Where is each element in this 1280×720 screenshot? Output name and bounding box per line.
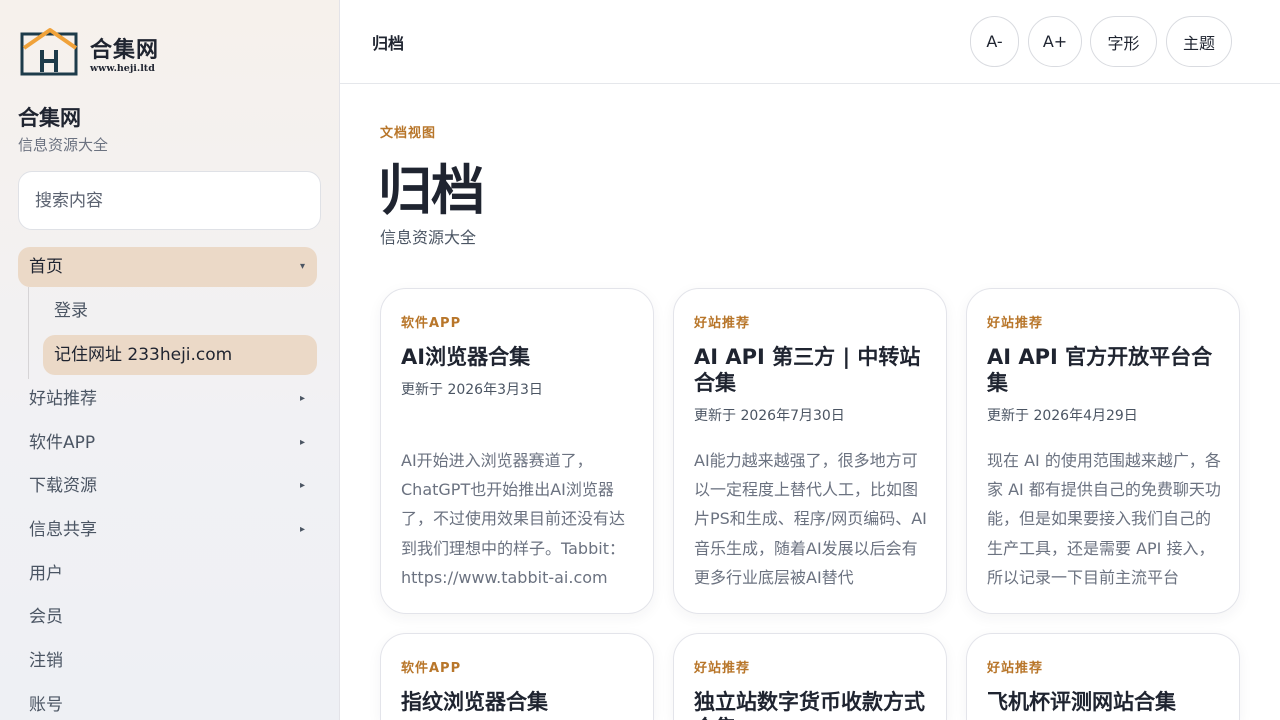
card-title[interactable]: 飞机杯评测网站合集 [987,689,1223,715]
nav-item-account[interactable]: 账号 [18,685,317,720]
chevron-right-icon[interactable]: ▸ [300,423,305,463]
nav-item-label: 用户 [29,563,63,584]
card-date: 更新于 2026年4月29日 [987,408,1138,424]
chevron-right-icon[interactable]: ▸ [300,466,305,506]
nav-subitem-login[interactable]: 登录 [43,291,317,331]
nav-item-label: 好站推荐 [29,389,97,409]
nav-item-label: 首页 [29,257,63,277]
sidebar: 合集网 www.heji.ltd 合集网 信息资源大全 首页 ▾ 登录 记住网址… [0,0,340,720]
card-excerpt: 现在 AI 的使用范围越来越广，各家 AI 都有提供自己的免费聊天功能，但是如果… [987,451,1221,587]
nav-item-label: 账号 [29,694,63,715]
nav-item-label: 会员 [29,607,63,628]
post-card[interactable]: 好站推荐 AI API 官方开放平台合集 更新于 2026年4月29日 现在 A… [966,288,1240,614]
card-title[interactable]: AI API 官方开放平台合集 [987,344,1223,396]
site-subtitle: 信息资源大全 [18,136,109,154]
page-subtitle: 信息资源大全 [380,228,477,247]
card-category[interactable]: 好站推荐 [694,657,750,676]
card-title[interactable]: AI API 第三方 | 中转站合集 [694,344,930,396]
card-category[interactable]: 好站推荐 [987,312,1043,331]
card-excerpt: AI能力越来越强了，很多地方可以一定程度上替代人工，比如图片PS和生成、程序/网… [694,451,927,587]
post-card[interactable]: 好站推荐 独立站数字货币收款方式合集 [673,633,947,720]
topbar-title: 归档 [372,34,405,53]
chevron-right-icon[interactable]: ▸ [300,510,305,550]
nav-item-home[interactable]: 首页 ▾ [18,247,317,287]
card-title[interactable]: AI浏览器合集 [401,344,637,370]
site-logo[interactable]: 合集网 www.heji.ltd [20,26,172,78]
sidebar-nav: 首页 ▾ 登录 记住网址 233heji.com 好站推荐 ▸ 软件APP ▸ … [18,247,317,720]
logo-url: www.heji.ltd [90,63,155,74]
nav-item-info-sharing[interactable]: 信息共享 ▸ [18,510,317,550]
nav-submenu: 登录 记住网址 233heji.com [28,287,317,379]
nav-item-label: 下载资源 [29,476,97,497]
nav-item-downloads[interactable]: 下载资源 ▸ [18,466,317,506]
card-category[interactable]: 软件APP [401,657,461,676]
card-date: 更新于 2026年7月30日 [694,408,845,424]
nav-subitem-remember-url[interactable]: 记住网址 233heji.com [43,335,317,375]
post-card[interactable]: 软件APP AI浏览器合集 更新于 2026年3月3日 AI开始进入浏览器赛道了… [380,288,654,614]
font-decrease-button[interactable]: A- [970,16,1019,67]
nav-item-label: 信息共享 [29,520,97,541]
chevron-right-icon[interactable]: ▸ [300,379,305,419]
page-kicker: 文档视图 [380,126,437,141]
house-logo-icon [20,28,78,76]
chevron-down-icon[interactable]: ▾ [300,247,305,287]
site-title: 合集网 [18,106,81,130]
nav-item-label: 软件APP [29,432,96,453]
post-card[interactable]: 好站推荐 飞机杯评测网站合集 [966,633,1240,720]
font-style-button[interactable]: 字形 [1090,16,1157,67]
nav-item-software-app[interactable]: 软件APP ▸ [18,423,317,463]
nav-item-members[interactable]: 会员 [18,597,317,637]
card-category[interactable]: 好站推荐 [694,312,750,331]
card-category[interactable]: 软件APP [401,312,461,331]
nav-item-label: 注销 [29,651,63,672]
nav-item-logout[interactable]: 注销 [18,641,317,681]
logo-wordmark: 合集网 [90,37,160,63]
card-date: 更新于 2026年3月3日 [401,382,543,398]
nav-item-recommended-sites[interactable]: 好站推荐 ▸ [18,379,317,419]
card-title[interactable]: 独立站数字货币收款方式合集 [694,689,930,720]
card-title[interactable]: 指纹浏览器合集 [401,689,637,715]
post-card[interactable]: 好站推荐 AI API 第三方 | 中转站合集 更新于 2026年7月30日 A… [673,288,947,614]
card-category[interactable]: 好站推荐 [987,657,1043,676]
post-card[interactable]: 软件APP 指纹浏览器合集 [380,633,654,720]
top-bar: 归档 A- A+ 字形 主题 [340,0,1280,84]
card-excerpt: AI开始进入浏览器赛道了，ChatGPT也开始推出AI浏览器了，不过使用效果目前… [401,451,626,587]
theme-button[interactable]: 主题 [1166,16,1232,67]
search-input[interactable] [18,171,321,230]
font-increase-button[interactable]: A+ [1028,16,1082,67]
nav-item-users[interactable]: 用户 [18,554,317,594]
page-title: 归档 [378,159,485,222]
